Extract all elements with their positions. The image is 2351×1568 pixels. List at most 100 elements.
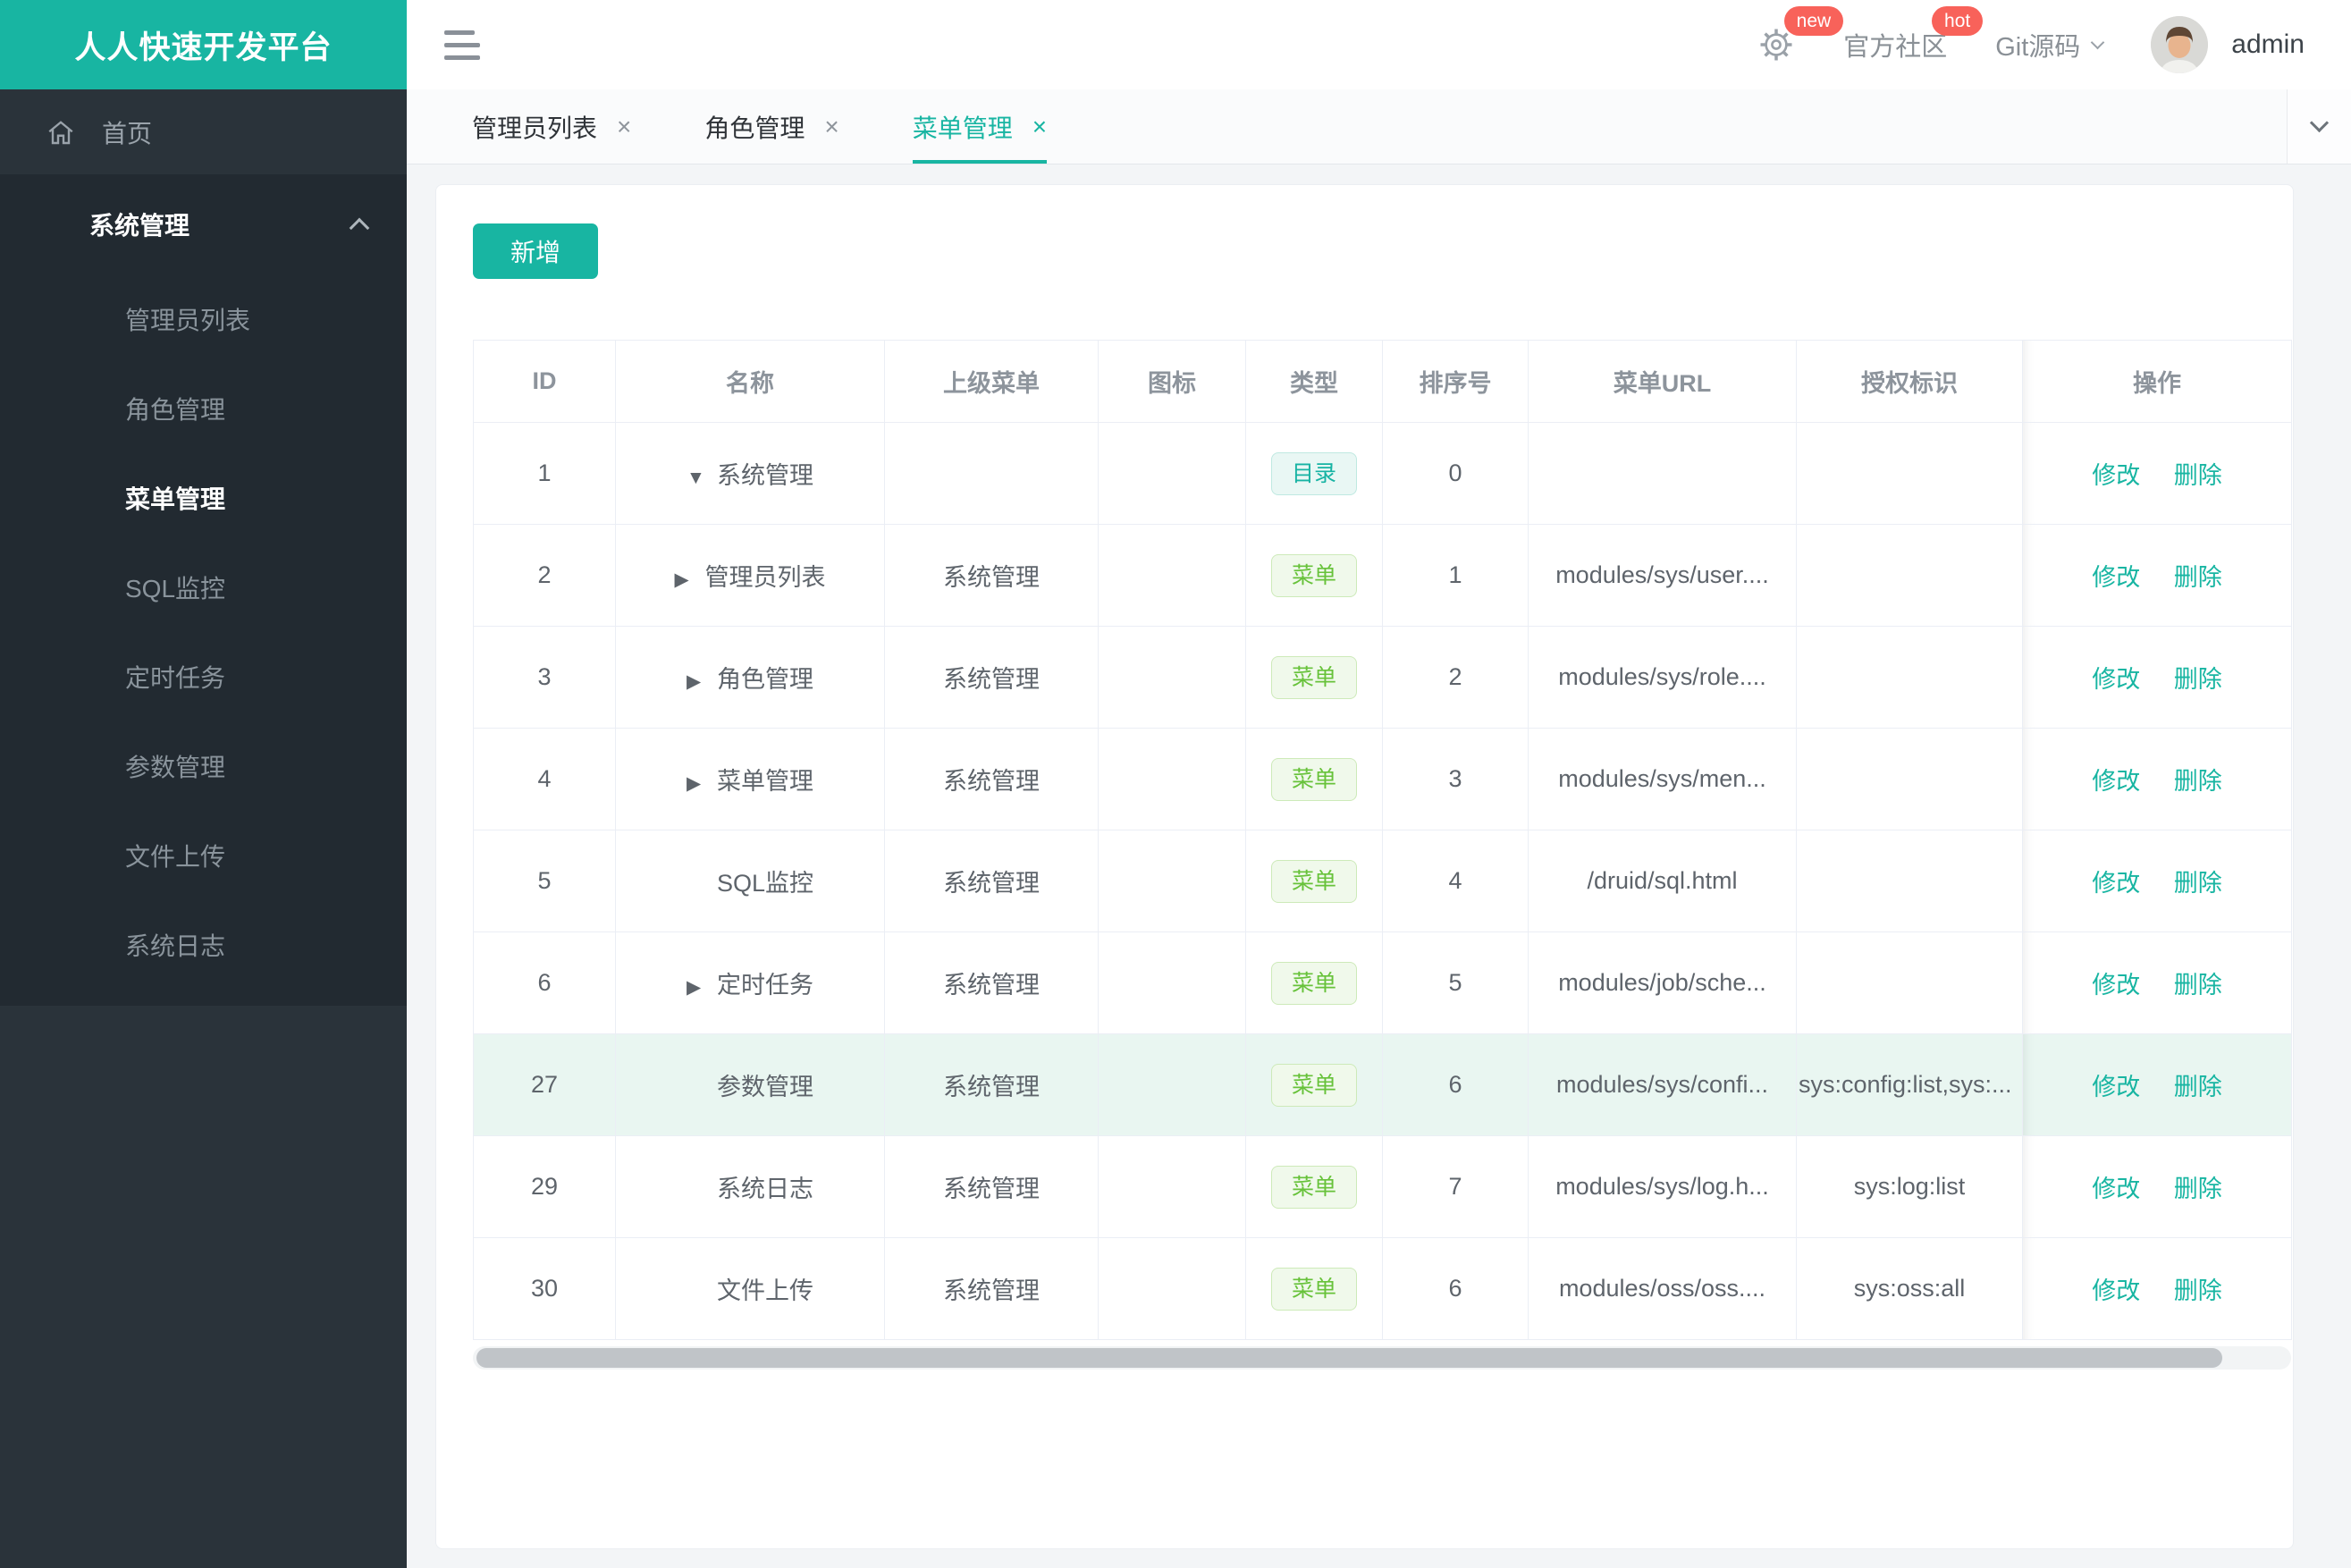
expand-arrow-icon[interactable] (687, 772, 717, 795)
cell-url: modules/oss/oss.... (1528, 1237, 1797, 1340)
scrollbar-thumb[interactable] (476, 1348, 2222, 1368)
sidebar-item[interactable]: 角色管理 (0, 364, 407, 453)
cell-perms (1796, 626, 2023, 729)
sidebar-item[interactable]: 文件上传 (0, 811, 407, 900)
cell-icon (1098, 1237, 1246, 1340)
table-row: 30 文件上传 系统管理 菜单 6 modules/oss/oss.... sy… (473, 1237, 2292, 1340)
delete-link[interactable]: 删除 (2174, 1277, 2222, 1304)
menu-name: 参数管理 (717, 1074, 813, 1100)
sidebar-item[interactable]: 参数管理 (0, 721, 407, 811)
edit-link[interactable]: 修改 (2092, 462, 2140, 489)
tab-overflow-button[interactable] (2287, 89, 2351, 164)
tab-label: 角色管理 (704, 114, 805, 142)
sidebar-item[interactable]: 菜单管理 (0, 453, 407, 543)
edit-link[interactable]: 修改 (2092, 1176, 2140, 1202)
sidebar-item-label: 系统日志 (125, 932, 226, 960)
cell-id: 6 (473, 932, 616, 1034)
expand-arrow-icon[interactable] (675, 569, 705, 591)
sidebar-item[interactable]: 系统日志 (0, 900, 407, 990)
expand-arrow-icon[interactable] (687, 670, 717, 693)
cell-icon (1098, 1033, 1246, 1136)
menu-name: 系统日志 (717, 1176, 813, 1202)
menu-name: 管理员列表 (704, 564, 826, 591)
user-avatar[interactable] (2151, 16, 2209, 73)
tab-bar: 管理员列表 × 角色管理 × 菜单管理 × (407, 89, 2351, 164)
delete-link[interactable]: 删除 (2174, 564, 2222, 591)
cell-actions: 修改 删除 (2022, 932, 2292, 1034)
delete-link[interactable]: 删除 (2174, 870, 2222, 897)
delete-link[interactable]: 删除 (2174, 666, 2222, 693)
cell-type: 菜单 (1245, 1033, 1383, 1136)
tab-item[interactable]: 角色管理 × (704, 89, 838, 164)
delete-link[interactable]: 删除 (2174, 462, 2222, 489)
cell-order: 4 (1382, 830, 1529, 932)
cell-name: 文件上传 (615, 1237, 885, 1340)
type-tag: 菜单 (1271, 655, 1357, 699)
col-type: 类型 (1245, 340, 1383, 423)
sidebar-menu: 管理员列表 角色管理 菜单管理 SQL监控 定时任务 参数管理 文件上传 系统日… (0, 274, 407, 990)
tab-close-icon[interactable]: × (1032, 113, 1047, 141)
sidebar-item[interactable]: 定时任务 (0, 632, 407, 721)
cell-type: 菜单 (1245, 932, 1383, 1034)
tab-close-icon[interactable]: × (824, 113, 838, 141)
cell-parent: 系统管理 (884, 1033, 1099, 1136)
col-name: 名称 (615, 340, 885, 423)
cell-actions: 修改 删除 (2022, 728, 2292, 830)
col-parent: 上级菜单 (884, 340, 1099, 423)
sidebar-item[interactable]: SQL监控 (0, 543, 407, 632)
tab-item[interactable]: 菜单管理 × (912, 89, 1048, 164)
col-url: 菜单URL (1528, 340, 1797, 423)
horizontal-scrollbar[interactable] (473, 1346, 2291, 1370)
delete-link[interactable]: 删除 (2174, 768, 2222, 795)
username[interactable]: admin (2231, 30, 2305, 60)
cell-parent: 系统管理 (884, 830, 1099, 932)
cell-perms (1796, 422, 2023, 525)
community-link[interactable]: 官方社区 hot (1843, 6, 1984, 63)
menu-table: ID 名称 上级菜单 图标 类型 排序号 菜单URL 授权标识 操作 1 ▼ 系… (473, 340, 2292, 1340)
edit-link[interactable]: 修改 (2092, 564, 2140, 591)
sidebar-toggle-icon[interactable] (444, 22, 480, 68)
cell-type: 菜单 (1245, 1237, 1383, 1340)
col-order: 排序号 (1382, 340, 1529, 423)
chevron-up-icon (349, 217, 370, 239)
cell-id: 30 (473, 1237, 616, 1340)
cell-name: 系统管理 (615, 422, 885, 525)
delete-link[interactable]: 删除 (2174, 1176, 2222, 1202)
delete-link[interactable]: 删除 (2174, 1074, 2222, 1100)
cell-actions: 修改 删除 (2022, 830, 2292, 932)
edit-link[interactable]: 修改 (2092, 870, 2140, 897)
settings-gear-button[interactable]: new (1757, 6, 1844, 63)
sidebar-group-header[interactable]: 系统管理 (0, 174, 407, 274)
type-tag: 菜单 (1271, 757, 1357, 801)
git-source-label: Git源码 (1995, 33, 2081, 62)
git-source-link[interactable]: Git源码 (1995, 26, 2105, 63)
menu-name: 角色管理 (717, 666, 813, 693)
tab-close-icon[interactable]: × (617, 113, 631, 141)
table-row: 1 系统管理 目录 0 (473, 422, 2292, 525)
add-button[interactable]: 新增 (473, 223, 598, 279)
expand-arrow-icon[interactable] (687, 468, 717, 489)
edit-link[interactable]: 修改 (2092, 768, 2140, 795)
sidebar-item-home[interactable]: 首页 (0, 89, 407, 174)
cell-name: 参数管理 (615, 1033, 885, 1136)
cell-actions: 修改 删除 (2022, 1237, 2292, 1340)
edit-link[interactable]: 修改 (2092, 1277, 2140, 1304)
expand-arrow-icon[interactable] (687, 976, 717, 999)
tab-item[interactable]: 管理员列表 × (472, 89, 631, 164)
sidebar: 人人快速开发平台 首页 系统管理 管理员列表 角色管理 菜单管理 SQL监控 定… (0, 0, 407, 1568)
menu-name: 系统管理 (717, 462, 813, 489)
edit-link[interactable]: 修改 (2092, 1074, 2140, 1100)
table-row: 2 管理员列表 系统管理 菜单 1 modules/sys/user.... (473, 524, 2292, 627)
delete-link[interactable]: 删除 (2174, 972, 2222, 999)
sidebar-item-label: 角色管理 (125, 396, 226, 424)
cell-parent: 系统管理 (884, 1237, 1099, 1340)
cell-order: 0 (1382, 422, 1529, 525)
cell-order: 3 (1382, 728, 1529, 830)
edit-link[interactable]: 修改 (2092, 972, 2140, 999)
cell-id: 2 (473, 524, 616, 627)
table-row: 6 定时任务 系统管理 菜单 5 modules/job/sche... (473, 932, 2292, 1034)
edit-link[interactable]: 修改 (2092, 666, 2140, 693)
hot-badge: hot (1932, 6, 1984, 36)
cell-url (1528, 422, 1797, 525)
sidebar-item[interactable]: 管理员列表 (0, 274, 407, 364)
